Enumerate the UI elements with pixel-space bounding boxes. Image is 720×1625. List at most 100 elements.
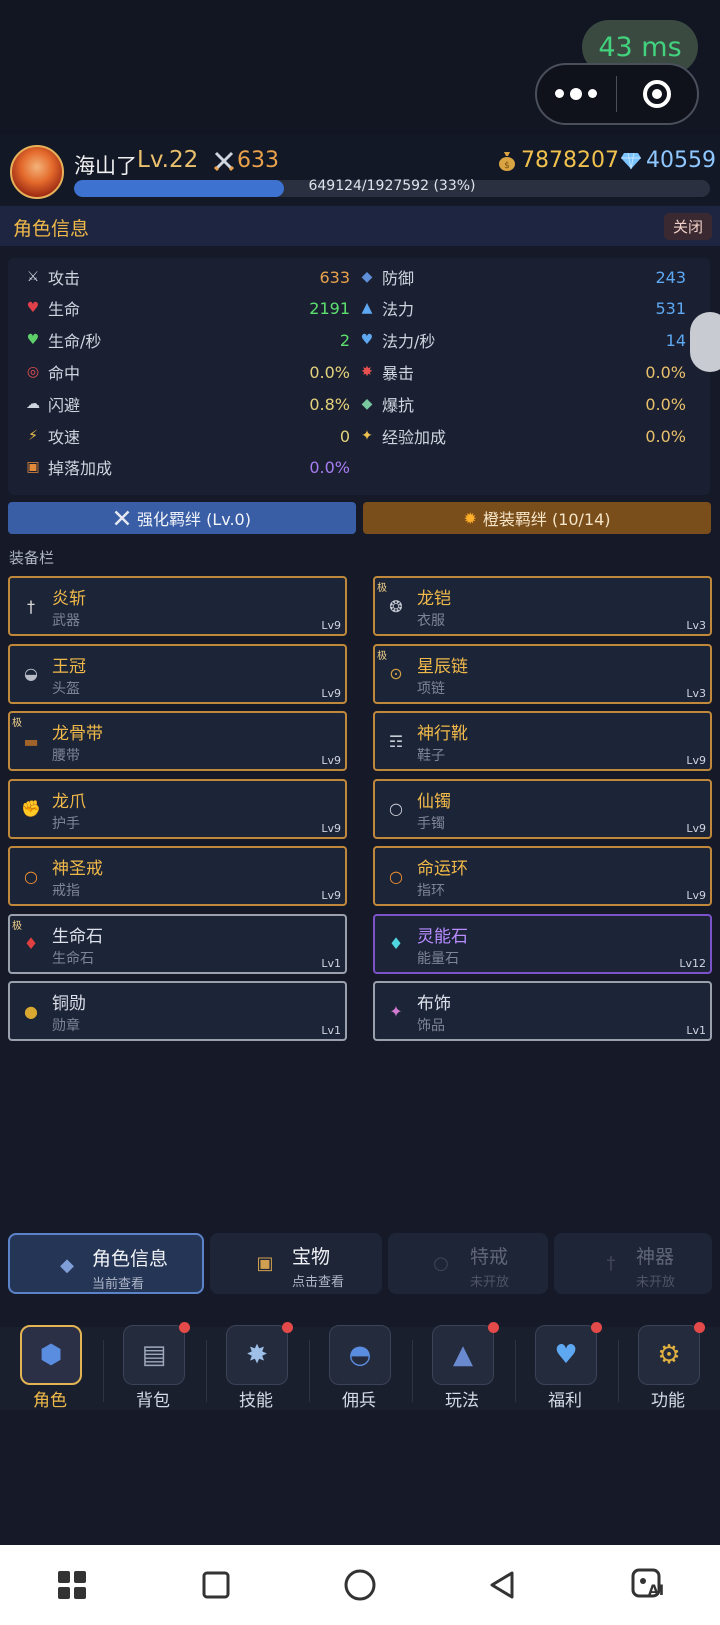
equipment-slot[interactable]: ○ 神圣戒 戒指 Lv9 bbox=[8, 846, 347, 906]
nav-character[interactable]: ⬢ 角色 bbox=[0, 1325, 100, 1411]
stat-label: 攻速 bbox=[48, 428, 81, 447]
stat-value: 0.0% bbox=[645, 362, 686, 382]
stat-row: ◆ 防御 243 bbox=[358, 262, 686, 292]
slot-level: Lv9 bbox=[686, 821, 706, 835]
stat-row: ♥ 法力/秒 14 bbox=[358, 325, 686, 355]
stat-row: ▲ 法力 531 bbox=[358, 293, 686, 323]
stat-label: 闪避 bbox=[48, 396, 81, 415]
notification-dot bbox=[694, 1322, 705, 1333]
dodge-icon: ☁ bbox=[26, 396, 40, 412]
stat-value: 0 bbox=[339, 426, 350, 446]
bracelet-icon: ○ bbox=[389, 799, 403, 818]
crystal-icon: ♦ bbox=[23, 934, 39, 953]
slot-type: 武器 bbox=[52, 613, 80, 629]
nav-mercenary[interactable]: ◓ 佣兵 bbox=[309, 1325, 409, 1411]
nav-backpack[interactable]: ▤ 背包 bbox=[103, 1322, 203, 1411]
recents-button[interactable] bbox=[196, 1565, 236, 1605]
equipment-slot[interactable]: ◒ 王冠 头盔 Lv9 bbox=[8, 643, 347, 704]
slot-name: 布饰 bbox=[417, 994, 451, 1014]
stat-row: ✦ 经验加成 0.0% bbox=[358, 421, 686, 451]
slot-type: 戒指 bbox=[52, 883, 80, 899]
stat-row: ☁ 闪避 0.8% bbox=[24, 389, 350, 419]
slot-name: 灵能石 bbox=[417, 926, 468, 947]
stat-label: 生命 bbox=[48, 300, 81, 319]
tab-0[interactable]: ◆ 角色信息 当前查看 bbox=[8, 1233, 204, 1294]
nav-label: 功能 bbox=[651, 1391, 685, 1411]
equipment-slot[interactable]: ☶ 神行靴 鞋子 Lv9 bbox=[373, 711, 712, 771]
target-icon bbox=[642, 80, 671, 108]
player-level: Lv.22 bbox=[137, 147, 199, 173]
slot-level: Lv1 bbox=[686, 1024, 706, 1037]
nav-divider bbox=[206, 1340, 207, 1402]
more-menu-button[interactable] bbox=[537, 87, 616, 100]
tab-subtitle: 当前查看 bbox=[92, 1277, 145, 1292]
ai-assistant-button[interactable]: AI bbox=[628, 1565, 668, 1605]
notification-dot bbox=[488, 1322, 499, 1333]
slot-name: 神圣戒 bbox=[52, 859, 103, 879]
flame-icon: ✹ bbox=[463, 508, 477, 528]
avatar[interactable] bbox=[10, 145, 64, 199]
grid-icon bbox=[58, 1571, 86, 1599]
tab-title: 神器 bbox=[636, 1246, 675, 1268]
equipment-slot[interactable]: ✊ 龙爪 护手 Lv9 bbox=[8, 778, 347, 839]
equipment-slot[interactable]: † 炎斩 武器 Lv9 bbox=[8, 576, 347, 636]
helmet-icon: ◒ bbox=[24, 664, 38, 683]
nav-welfare[interactable]: ♥ 福利 bbox=[515, 1322, 615, 1411]
rarity-badge: 极 bbox=[12, 920, 22, 932]
nav-label: 背包 bbox=[136, 1391, 170, 1411]
equipment-slot[interactable]: ❂ 龙铠 衣服 Lv3 极 bbox=[373, 576, 712, 636]
stat-row: ⚔ 攻击 633 bbox=[24, 262, 350, 292]
equipment-slot[interactable]: ○ 命运环 指环 Lv9 bbox=[373, 846, 712, 906]
equipment-label: 装备栏 bbox=[9, 549, 55, 567]
square-icon bbox=[202, 1571, 230, 1599]
nav-function[interactable]: ⚙ 功能 bbox=[618, 1322, 718, 1411]
close-button[interactable]: 关闭 bbox=[664, 213, 712, 240]
stat-value: 531 bbox=[655, 298, 686, 318]
close-miniprogram-button[interactable] bbox=[617, 80, 697, 108]
slot-type: 腰带 bbox=[52, 748, 80, 764]
enhance-bond-button[interactable]: 强化羁绊 (Lv.0) bbox=[8, 502, 356, 534]
equipment-slot[interactable]: ▬ 龙骨带 腰带 Lv9 极 bbox=[8, 711, 347, 771]
back-button[interactable] bbox=[482, 1565, 522, 1605]
slot-type: 护手 bbox=[52, 815, 80, 832]
slot-name: 龙爪 bbox=[52, 791, 86, 812]
slot-type: 生命石 bbox=[52, 950, 94, 967]
stat-label: 命中 bbox=[48, 364, 81, 383]
dagger-icon: † bbox=[27, 596, 35, 616]
nav-divider bbox=[618, 1340, 619, 1402]
slot-type: 能量石 bbox=[417, 950, 459, 967]
nav-skill[interactable]: ✸ 技能 bbox=[206, 1322, 306, 1411]
backpack-icon: ▤ bbox=[123, 1325, 185, 1385]
nav-label: 佣兵 bbox=[342, 1391, 376, 1411]
drop-icon: ▲ bbox=[361, 300, 373, 316]
rarity-badge: 极 bbox=[12, 718, 22, 729]
stat-value: 0.0% bbox=[645, 394, 686, 414]
slot-name: 仙镯 bbox=[417, 791, 451, 812]
equipment-slot[interactable]: ♦ 灵能石 能量石 Lv12 bbox=[373, 913, 712, 974]
stat-row: ♥ 生命/秒 2 bbox=[24, 325, 350, 355]
nav-gameplay[interactable]: ▲ 玩法 bbox=[412, 1322, 512, 1411]
equipment-slot[interactable]: ♦ 生命石 生命石 Lv1 极 bbox=[8, 913, 347, 974]
scroll-handle[interactable] bbox=[690, 312, 720, 372]
equipment-slot[interactable]: ⊙ 星辰链 项链 Lv3 极 bbox=[373, 643, 712, 704]
apps-grid-button[interactable] bbox=[52, 1565, 92, 1605]
player-power: 633 bbox=[213, 148, 279, 173]
stat-value: 0.8% bbox=[309, 394, 350, 414]
tab-1[interactable]: ▣ 宝物 点击查看 bbox=[210, 1233, 382, 1294]
stat-row: ✸ 暴击 0.0% bbox=[358, 357, 686, 387]
equipment-slot[interactable]: ✦ 布饰 饰品 Lv1 bbox=[373, 981, 712, 1041]
equipment-slot[interactable]: ○ 仙镯 手镯 Lv9 bbox=[373, 778, 712, 839]
nav-divider bbox=[412, 1340, 413, 1402]
home-button[interactable] bbox=[340, 1565, 380, 1605]
slot-name: 龙铠 bbox=[417, 589, 451, 609]
rarity-badge: 极 bbox=[377, 583, 387, 594]
orange-bond-button[interactable]: ✹ 橙装羁绊 (10/14) bbox=[363, 502, 711, 534]
equipment-slot[interactable]: ● 铜勋 勋章 Lv1 bbox=[8, 981, 347, 1041]
slot-level: Lv9 bbox=[321, 889, 341, 902]
nav-label: 技能 bbox=[239, 1391, 273, 1411]
skill-icon: ✸ bbox=[226, 1325, 288, 1385]
tab-3: † 神器 未开放 bbox=[554, 1233, 712, 1294]
tab-subtitle: 未开放 bbox=[636, 1275, 676, 1290]
circle-icon bbox=[344, 1569, 376, 1601]
panel-title: 角色信息 bbox=[13, 218, 90, 240]
